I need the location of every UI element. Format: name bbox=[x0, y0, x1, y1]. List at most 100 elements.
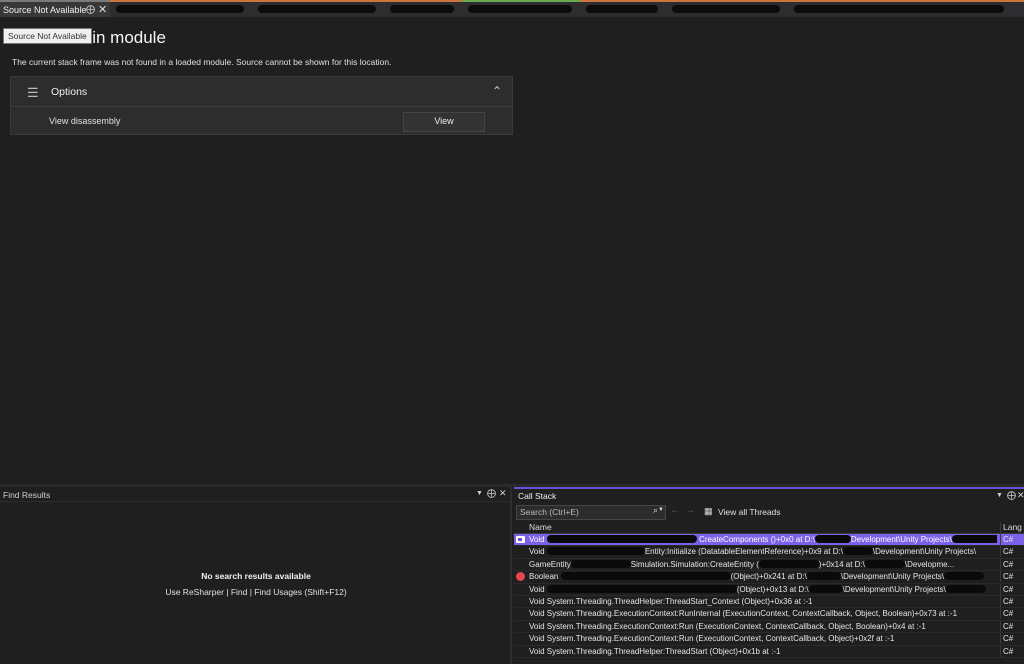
tab-tooltip: Source Not Available bbox=[3, 28, 92, 44]
redacted-text bbox=[806, 572, 841, 581]
redacted-text bbox=[944, 572, 985, 581]
no-results-message: No search results available bbox=[201, 571, 311, 581]
frame-name: Void CreateComponents ()+0x0 at D:\ Devel… bbox=[529, 534, 997, 545]
redacted-tab-label bbox=[672, 5, 780, 13]
list-icon: ☰ bbox=[27, 85, 39, 100]
table-row[interactable]: Void System.Threading.ThreadHelper:Threa… bbox=[514, 645, 1024, 658]
pin-icon[interactable]: ⨁ bbox=[487, 488, 496, 499]
frame-text: \Developme... bbox=[904, 559, 955, 569]
frame-name: GameEntity Simulation.Simulation:CreateEn… bbox=[529, 559, 997, 570]
redacted-text bbox=[814, 535, 851, 543]
chevron-down-icon[interactable]: ▼ bbox=[658, 507, 664, 513]
redacted-text bbox=[945, 584, 986, 593]
table-row[interactable]: Void System.Threading.ExecutionContext:R… bbox=[514, 620, 1024, 634]
column-lang-header[interactable]: Lang bbox=[1000, 522, 1022, 533]
frame-lang: C# bbox=[1000, 633, 1013, 645]
call-stack-panel: Call Stack ▼ ⨁ ✕ Search (Ctrl+E) ⌕ ▼ ← →… bbox=[514, 487, 1024, 664]
document-tab[interactable] bbox=[666, 0, 788, 17]
find-results-panel: Find Results ▼ ⨁ ✕ No search results ava… bbox=[0, 487, 512, 664]
document-tab[interactable] bbox=[788, 0, 1024, 17]
frame-name: Void System.Threading.ExecutionContext:R… bbox=[529, 634, 895, 644]
call-stack-title: Call Stack bbox=[518, 491, 557, 501]
column-name-header[interactable]: Name bbox=[529, 522, 552, 532]
frame-text: CreateComponents ()+0x0 at D:\ bbox=[699, 535, 815, 544]
view-disassembly-button[interactable]: View bbox=[403, 112, 485, 132]
close-icon[interactable]: ✕ bbox=[98, 3, 107, 16]
table-row[interactable]: Boolean (Object)+0x241 at D:\ \Developmen… bbox=[514, 571, 1024, 584]
frame-text: Entity:Initialize (DatatableElementRefer… bbox=[644, 547, 843, 557]
frame-name: Void System.Threading.ExecutionContext:R… bbox=[529, 621, 926, 631]
document-tab[interactable] bbox=[252, 0, 384, 17]
view-all-threads-button[interactable]: View all Threads bbox=[718, 507, 781, 517]
resharper-hint[interactable]: Use ReSharper | Find | Find Usages (Shif… bbox=[0, 587, 512, 597]
forward-arrow-icon[interactable]: → bbox=[685, 505, 695, 516]
frame-name: Void System.Threading.ThreadHelper:Threa… bbox=[529, 646, 781, 656]
pin-icon[interactable]: ⨁ bbox=[1007, 490, 1016, 501]
document-tab[interactable] bbox=[462, 0, 580, 17]
chevron-up-icon[interactable]: ⌃ bbox=[492, 84, 502, 98]
document-tab-strip: Source Not Available ⨁ ✕ bbox=[0, 0, 1024, 17]
redacted-text bbox=[546, 584, 737, 593]
title-visible-part: in module bbox=[92, 28, 166, 47]
options-header[interactable]: ☰ Options ⌃ bbox=[11, 77, 512, 107]
document-tab[interactable] bbox=[580, 0, 666, 17]
redacted-text bbox=[864, 559, 905, 568]
find-results-title: Find Results bbox=[3, 490, 51, 500]
frame-name: Void System.Threading.ExecutionContext:R… bbox=[529, 609, 958, 619]
pin-icon[interactable]: ⨁ bbox=[86, 4, 95, 15]
close-icon[interactable]: ✕ bbox=[1017, 490, 1024, 501]
redacted-text bbox=[951, 535, 997, 543]
redacted-text bbox=[560, 572, 731, 581]
page-description: The current stack frame was not found in… bbox=[12, 57, 392, 67]
redacted-text bbox=[546, 535, 697, 543]
redacted-tab-label bbox=[586, 5, 658, 13]
frame-name: Void Entity:Initialize (DatatableElement… bbox=[529, 546, 997, 557]
tab-source-not-available[interactable]: Source Not Available ⨁ ✕ bbox=[0, 0, 110, 17]
table-row[interactable]: Void System.Threading.ExecutionContext:R… bbox=[514, 608, 1024, 621]
frame-return-type: GameEntity bbox=[529, 559, 571, 569]
call-stack-search[interactable]: Search (Ctrl+E) ⌕ ▼ bbox=[516, 505, 666, 520]
dropdown-icon[interactable]: ▼ bbox=[476, 490, 483, 497]
frame-lang: C# bbox=[1000, 546, 1013, 558]
back-arrow-icon[interactable]: ← bbox=[670, 505, 680, 516]
dropdown-icon[interactable]: ▼ bbox=[996, 492, 1003, 499]
table-row[interactable]: Void CreateComponents ()+0x0 at D:\ Devel… bbox=[514, 534, 1024, 547]
frame-text: )+0x14 at D:\ bbox=[818, 559, 865, 569]
table-row[interactable]: GameEntity Simulation.Simulation:CreateEn… bbox=[514, 558, 1024, 572]
document-tab[interactable] bbox=[384, 0, 462, 17]
close-icon[interactable]: ✕ bbox=[499, 488, 507, 499]
redacted-tab-label bbox=[116, 5, 244, 13]
view-disassembly-label: View disassembly bbox=[49, 116, 121, 126]
frame-text: Simulation.Simulation:CreateEntity ( bbox=[630, 559, 759, 569]
frame-lang: C# bbox=[1000, 534, 1013, 545]
frame-text: (Object)+0x241 at D:\ bbox=[730, 572, 807, 582]
frame-return-type: Void bbox=[529, 535, 545, 544]
frame-lang: C# bbox=[1000, 608, 1013, 620]
table-row[interactable]: Void (Object)+0x13 at D:\ \Development\Un… bbox=[514, 583, 1024, 596]
frame-text: \Development\Unity Projects\ bbox=[842, 584, 946, 594]
frame-return-type: Void bbox=[529, 547, 545, 557]
options-panel: ☰ Options ⌃ View disassembly View bbox=[10, 76, 513, 135]
tab-label: Source Not Available bbox=[3, 5, 87, 15]
frame-lang: C# bbox=[1000, 558, 1013, 570]
table-row[interactable]: Void System.Threading.ThreadHelper:Threa… bbox=[514, 595, 1024, 609]
threads-icon[interactable]: ▦ bbox=[704, 506, 713, 517]
frame-lang: C# bbox=[1000, 595, 1013, 607]
redacted-text bbox=[546, 547, 645, 556]
frame-return-type: Void bbox=[529, 584, 545, 594]
current-frame-arrow-icon bbox=[516, 536, 525, 543]
search-input[interactable]: Search (Ctrl+E) bbox=[520, 507, 579, 517]
call-stack-rows: Void CreateComponents ()+0x0 at D:\ Devel… bbox=[514, 534, 1024, 658]
frame-lang: C# bbox=[1000, 583, 1013, 595]
call-stack-column-header: Name Lang bbox=[514, 522, 1024, 534]
redacted-text bbox=[808, 584, 843, 593]
redacted-tab-label bbox=[794, 5, 1004, 13]
redacted-tab-label bbox=[258, 5, 376, 13]
document-tab[interactable] bbox=[110, 0, 252, 17]
frame-lang: C# bbox=[1000, 620, 1013, 632]
breakpoint-icon[interactable] bbox=[516, 572, 525, 582]
frame-return-type: Boolean bbox=[529, 572, 559, 582]
table-row[interactable]: Void Entity:Initialize (DatatableElement… bbox=[514, 546, 1024, 559]
redacted-text bbox=[842, 547, 873, 556]
table-row[interactable]: Void System.Threading.ExecutionContext:R… bbox=[514, 633, 1024, 646]
